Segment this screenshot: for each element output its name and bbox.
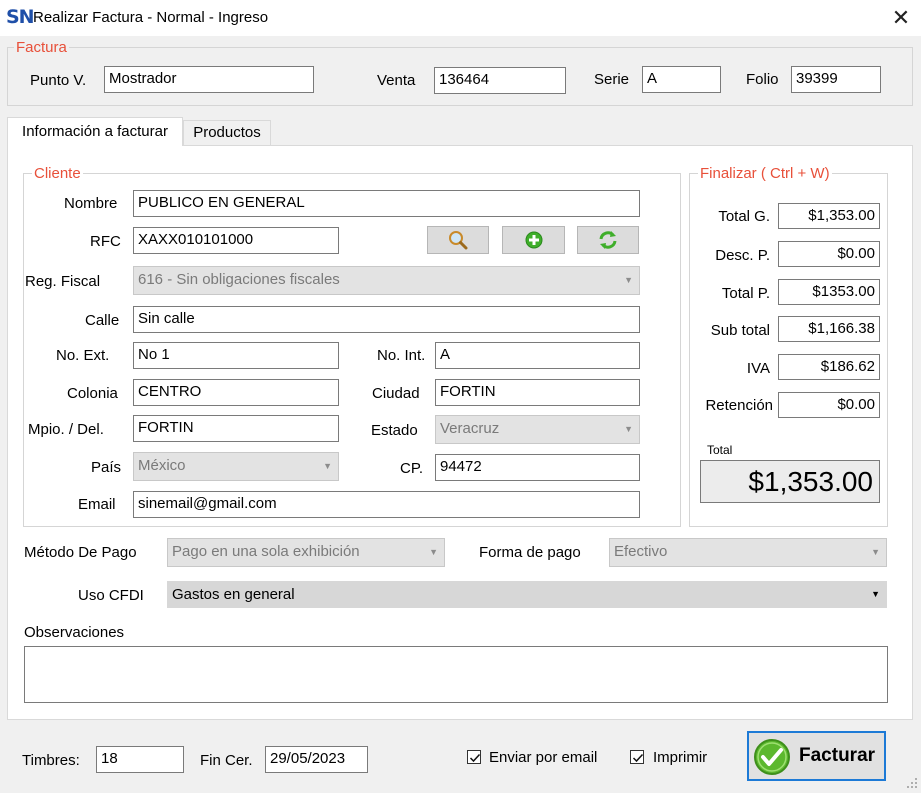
total-value: $1,353.00	[700, 460, 880, 503]
total-p-input[interactable]: $1353.00	[778, 279, 880, 305]
checkmark-icon	[469, 753, 481, 763]
nombre-label: Nombre	[64, 195, 118, 212]
pais-label: País	[91, 459, 122, 476]
metodo-pago-value: Pago en una sola exhibición	[172, 543, 360, 560]
enviar-email-label[interactable]: Enviar por email	[489, 749, 597, 766]
reg-fiscal-select[interactable]: 616 - Sin obligaciones fiscales ▼	[133, 266, 640, 295]
resize-grip-icon[interactable]	[906, 776, 918, 793]
desc-p-input[interactable]: $0.00	[778, 241, 880, 267]
timbres-input[interactable]: 18	[96, 746, 184, 773]
ciudad-input[interactable]: FORTIN	[435, 379, 640, 406]
folio-label: Folio	[746, 71, 779, 88]
estado-select[interactable]: Veracruz ▼	[435, 415, 640, 444]
chevron-down-icon: ▼	[871, 547, 880, 557]
uso-cfdi-label: Uso CFDI	[78, 587, 144, 604]
window-title: Realizar Factura - Normal - Ingreso	[33, 9, 269, 26]
factura-legend: Factura	[14, 39, 69, 56]
chevron-down-icon: ▼	[429, 547, 438, 557]
chevron-down-icon: ▼	[624, 424, 633, 434]
estado-label: Estado	[371, 422, 418, 439]
checkmark-icon	[632, 753, 644, 763]
serie-input[interactable]: A	[642, 66, 721, 93]
cp-input[interactable]: 94472	[435, 454, 640, 481]
nombre-input[interactable]: PUBLICO EN GENERAL	[133, 190, 640, 217]
close-button[interactable]: ✕	[884, 2, 918, 34]
punto-v-input[interactable]: Mostrador	[104, 66, 314, 93]
chevron-down-icon: ▼	[871, 589, 880, 599]
chevron-down-icon: ▼	[323, 461, 332, 471]
email-input[interactable]: sinemail@gmail.com	[133, 491, 640, 518]
timbres-label: Timbres:	[22, 752, 80, 769]
fin-cer-label: Fin Cer.	[200, 752, 253, 769]
uso-cfdi-select[interactable]: Gastos en general ▼	[167, 581, 887, 608]
pais-select[interactable]: México ▼	[133, 452, 339, 481]
search-client-button[interactable]	[427, 226, 489, 254]
reg-fiscal-value: 616 - Sin obligaciones fiscales	[138, 271, 340, 288]
iva-label: IVA	[746, 360, 770, 377]
mpio-input[interactable]: FORTIN	[133, 415, 339, 442]
metodo-pago-label: Método De Pago	[24, 544, 137, 561]
punto-v-label: Punto V.	[30, 72, 87, 89]
retencion-label: Retención	[705, 397, 773, 414]
venta-input[interactable]: 136464	[434, 67, 566, 94]
venta-label: Venta	[377, 72, 416, 89]
rfc-label: RFC	[90, 233, 121, 250]
finalizar-legend: Finalizar ( Ctrl + W)	[698, 165, 832, 182]
reg-fiscal-label: Reg. Fiscal	[25, 273, 101, 290]
uso-cfdi-value: Gastos en general	[172, 586, 295, 603]
facturar-button[interactable]: Facturar	[747, 731, 886, 781]
calle-label: Calle	[85, 312, 120, 329]
total-p-label: Total P.	[721, 285, 770, 302]
imprimir-label[interactable]: Imprimir	[653, 749, 707, 766]
retencion-input[interactable]: $0.00	[778, 392, 880, 418]
mpio-label: Mpio. / Del.	[28, 421, 104, 438]
pais-value: México	[138, 457, 186, 474]
total-label: Total	[707, 443, 733, 457]
ciudad-label: Ciudad	[372, 385, 420, 402]
app-logo: SN	[6, 6, 35, 28]
no-ext-label: No. Ext.	[56, 347, 110, 364]
serie-label: Serie	[594, 71, 630, 88]
total-g-input[interactable]: $1,353.00	[778, 203, 880, 229]
calle-input[interactable]: Sin calle	[133, 306, 640, 333]
imprimir-checkbox[interactable]	[630, 750, 644, 764]
observaciones-label: Observaciones	[24, 624, 125, 641]
cliente-legend: Cliente	[32, 165, 83, 182]
tab-productos[interactable]: Productos	[183, 120, 271, 146]
metodo-pago-select[interactable]: Pago en una sola exhibición ▼	[167, 538, 445, 567]
observaciones-textarea[interactable]	[24, 646, 888, 703]
colonia-label: Colonia	[67, 385, 118, 402]
subtotal-input[interactable]: $1,166.38	[778, 316, 880, 342]
add-client-button[interactable]	[502, 226, 565, 254]
fin-cer-input[interactable]: 29/05/2023	[265, 746, 368, 773]
no-int-label: No. Int.	[377, 347, 426, 364]
folio-input[interactable]: 39399	[791, 66, 881, 93]
enviar-email-checkbox[interactable]	[467, 750, 481, 764]
facturar-label: Facturar	[799, 745, 876, 766]
tab-informacion[interactable]: Información a facturar	[7, 117, 183, 146]
chevron-down-icon: ▼	[624, 275, 633, 285]
forma-pago-select[interactable]: Efectivo ▼	[609, 538, 887, 567]
desc-p-label: Desc. P.	[715, 247, 770, 264]
subtotal-label: Sub total	[710, 322, 770, 339]
iva-input[interactable]: $186.62	[778, 354, 880, 380]
check-circle-icon	[753, 738, 791, 780]
total-g-label: Total G.	[718, 208, 770, 225]
forma-pago-value: Efectivo	[614, 543, 668, 560]
rfc-input[interactable]: XAXX010101000	[133, 227, 339, 254]
email-label: Email	[78, 496, 116, 513]
cp-label: CP.	[400, 460, 424, 477]
refresh-client-button[interactable]	[577, 226, 639, 254]
estado-value: Veracruz	[440, 420, 500, 437]
no-ext-input[interactable]: No 1	[133, 342, 339, 369]
no-int-input[interactable]: A	[435, 342, 640, 369]
forma-pago-label: Forma de pago	[479, 544, 581, 561]
colonia-input[interactable]: CENTRO	[133, 379, 339, 406]
